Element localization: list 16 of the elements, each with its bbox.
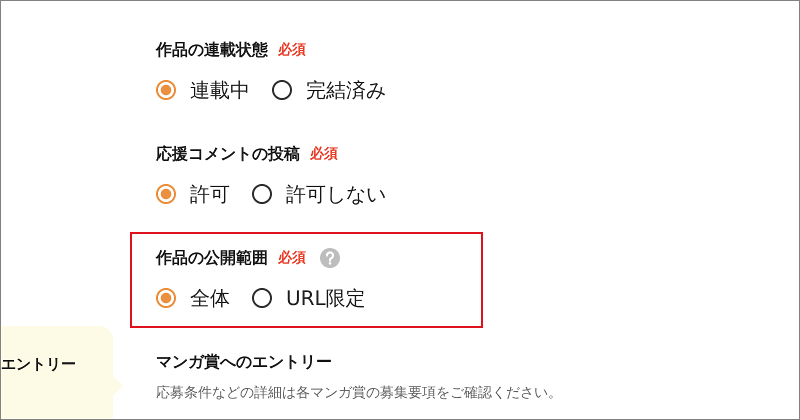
section-title: 作品の公開範囲 [156,248,268,268]
radio-option[interactable]: 全体 [156,284,230,312]
radio-option[interactable]: 許可しない [252,180,386,208]
tooltip-title: エントリー [1,355,76,373]
radio-option[interactable]: 許可 [156,180,230,208]
required-label: 必須 [278,41,306,59]
note-text: 応募条件などの詳細は各マンガ賞の募集要項をご確認ください。 [156,384,562,402]
radio-option[interactable]: URL限定 [252,284,366,312]
radio-option[interactable]: 完結済み [272,76,386,104]
required-label: 必須 [310,145,338,163]
section-title: 応援コメントの投稿 [156,144,300,164]
radio-option[interactable]: 連載中 [156,76,250,104]
section-title: 作品の連載状態 [156,40,268,60]
required-label: 必須 [278,249,306,267]
help-icon[interactable] [320,248,340,268]
section-title: マンガ賞へのエントリー [156,352,332,372]
